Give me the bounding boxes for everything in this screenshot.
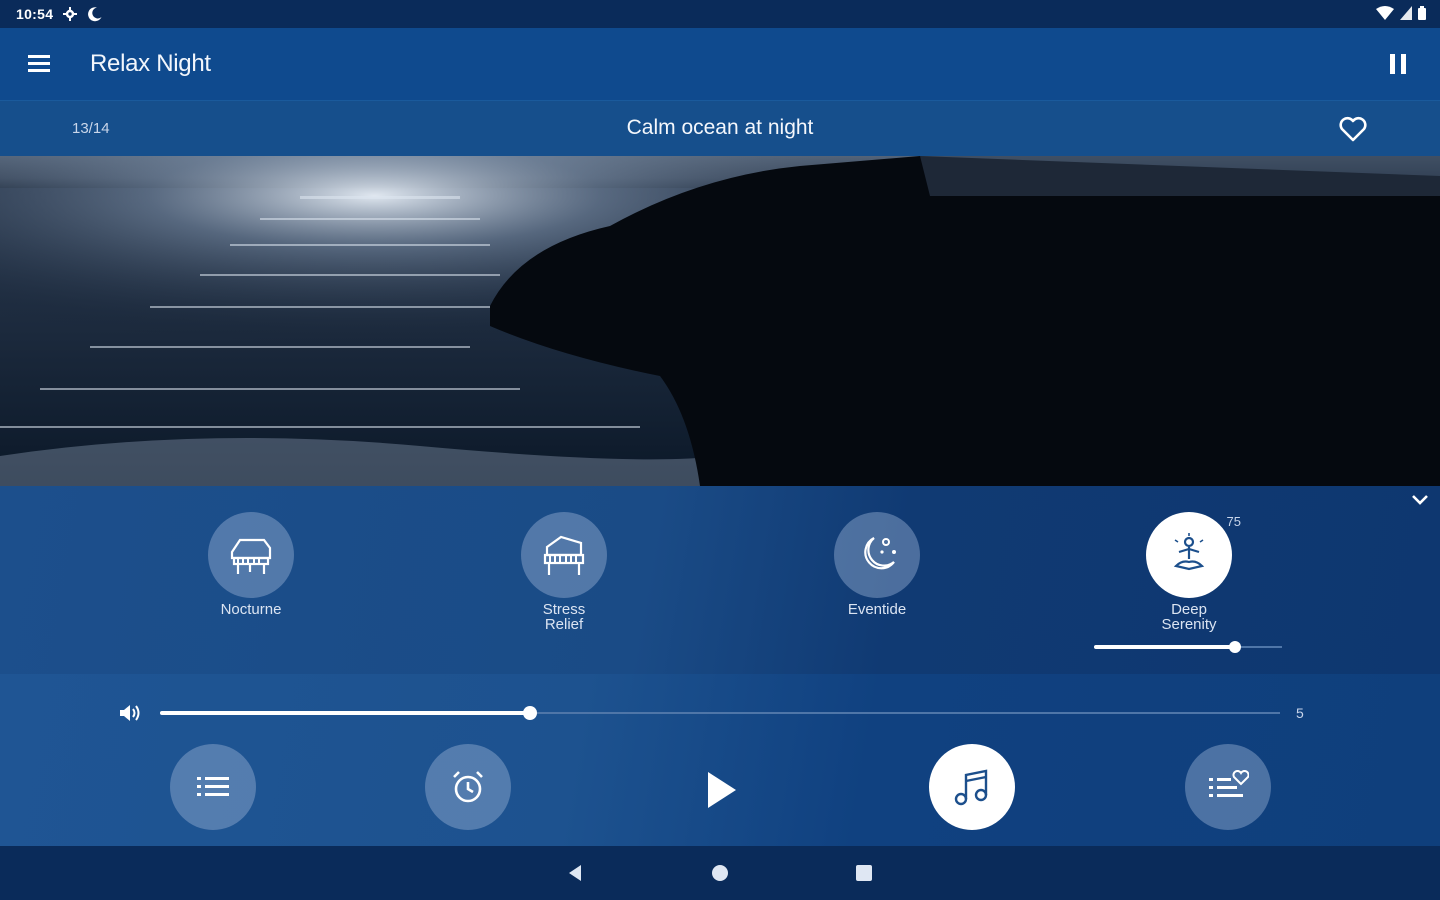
sound-eventide[interactable]: Eventide xyxy=(797,512,957,617)
sound-stress-relief[interactable]: Stress Relief xyxy=(484,512,644,632)
signal-icon xyxy=(1400,6,1412,23)
track-header: 13/14 Calm ocean at night xyxy=(0,100,1440,157)
back-icon[interactable] xyxy=(564,862,586,884)
track-title: Calm ocean at night xyxy=(626,116,814,139)
deep-serenity-volume-slider[interactable] xyxy=(1094,640,1282,653)
slider-fill xyxy=(160,711,530,715)
sound-volume-badge: 75 xyxy=(1226,514,1241,529)
heart-outline-icon[interactable] xyxy=(1338,114,1368,144)
pause-icon[interactable] xyxy=(1386,50,1412,78)
home-icon[interactable] xyxy=(709,862,731,884)
sound-label: Deep Serenity xyxy=(1161,601,1217,633)
moon-stars-icon[interactable] xyxy=(834,512,920,598)
alarm-clock-icon[interactable] xyxy=(425,744,511,830)
play-icon[interactable] xyxy=(690,760,750,820)
app-bar: Relax Night xyxy=(0,28,1440,100)
grand-piano-icon[interactable] xyxy=(208,512,294,598)
system-nav-bar xyxy=(0,846,1440,900)
slider-fill xyxy=(1094,645,1235,649)
hamburger-menu-icon[interactable] xyxy=(26,50,56,78)
volume-icon[interactable] xyxy=(118,702,142,724)
master-volume-slider[interactable] xyxy=(160,704,1280,722)
status-bar: 10:54 xyxy=(0,0,1440,28)
sound-label: Eventide xyxy=(847,601,907,618)
piano-icon[interactable] xyxy=(521,512,607,598)
meditation-icon[interactable] xyxy=(1146,512,1232,598)
app-title: Relax Night xyxy=(90,50,211,77)
slider-thumb xyxy=(1229,641,1241,653)
player-controls: 5 xyxy=(0,674,1440,846)
music-note-icon[interactable] xyxy=(929,744,1015,830)
scene-image xyxy=(0,156,1440,486)
sounds-panel: Nocturne Stress Relief Eventide 75 Deep … xyxy=(0,486,1440,674)
sound-deep-serenity[interactable]: 75 Deep Serenity xyxy=(1109,512,1269,632)
timer-value: 5 xyxy=(1296,705,1304,721)
playlist-icon[interactable] xyxy=(170,744,256,830)
do-not-disturb-moon-icon xyxy=(87,6,103,22)
favorites-list-icon[interactable] xyxy=(1185,744,1271,830)
slider-thumb xyxy=(523,706,537,720)
recents-icon[interactable] xyxy=(853,862,875,884)
sound-label: Stress Relief xyxy=(542,601,586,633)
chevron-down-icon[interactable] xyxy=(1406,488,1434,512)
wifi-icon xyxy=(1376,6,1394,23)
settings-icon xyxy=(63,7,78,21)
sound-label: Nocturne xyxy=(220,601,282,618)
status-time: 10:54 xyxy=(16,6,54,22)
sound-nocturne[interactable]: Nocturne xyxy=(171,512,331,617)
battery-icon xyxy=(1418,6,1426,23)
